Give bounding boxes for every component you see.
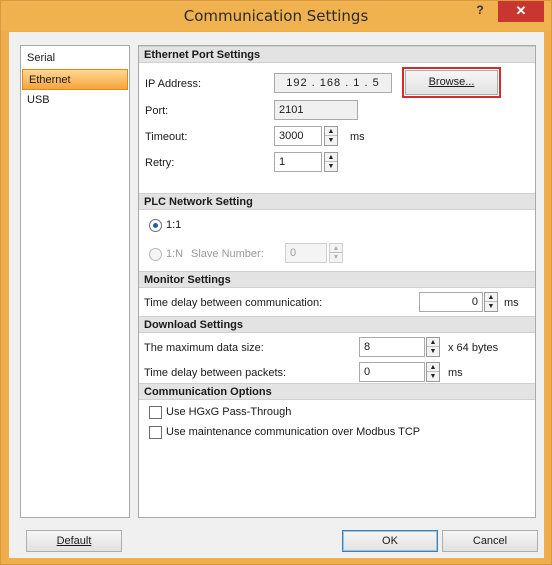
arrow-down-icon[interactable]: ▼: [325, 136, 337, 145]
timeout-input[interactable]: 3000: [274, 126, 322, 146]
sidebar-item-serial[interactable]: Serial: [21, 48, 129, 69]
retry-label: Retry:: [145, 157, 175, 169]
max-data-size-unit: x 64 bytes: [448, 342, 499, 354]
radio-1toN-label: 1:N: [166, 248, 184, 260]
hgxg-label: Use HGxG Pass-Through: [166, 406, 292, 418]
arrow-up-icon[interactable]: ▲: [330, 244, 342, 253]
arrow-down-icon[interactable]: ▼: [325, 162, 337, 171]
arrow-down-icon[interactable]: ▼: [330, 253, 342, 262]
timeout-stepper[interactable]: ▲ ▼: [324, 126, 338, 146]
arrow-up-icon[interactable]: ▲: [485, 293, 497, 302]
packet-delay-label: Time delay between packets:: [144, 367, 287, 379]
ip-address-field[interactable]: 192 . 168 . 1 . 5: [274, 73, 392, 93]
modbus-checkbox[interactable]: [149, 426, 162, 439]
radio-1toN[interactable]: [149, 248, 162, 261]
slave-number-label: Slave Number:: [191, 248, 264, 260]
comm-delay-label: Time delay between communication:: [144, 297, 323, 309]
packet-delay-input[interactable]: 0: [359, 362, 425, 382]
timeout-label: Timeout:: [145, 131, 188, 143]
cancel-button[interactable]: Cancel: [442, 530, 538, 552]
max-data-size-stepper[interactable]: ▲ ▼: [426, 337, 440, 357]
retry-input[interactable]: 1: [274, 152, 322, 172]
arrow-down-icon[interactable]: ▼: [427, 372, 439, 381]
port-field[interactable]: 2101: [274, 100, 358, 120]
modbus-label: Use maintenance communication over Modbu…: [166, 426, 421, 438]
arrow-up-icon[interactable]: ▲: [325, 153, 337, 162]
title-bar[interactable]: Communication Settings ? ✕: [1, 1, 551, 31]
comm-delay-stepper[interactable]: ▲ ▼: [484, 292, 498, 312]
comm-delay-input[interactable]: 0: [419, 292, 483, 312]
default-button-label: Default: [56, 535, 92, 547]
sidebar-item-usb[interactable]: USB: [21, 90, 129, 111]
ok-button[interactable]: OK: [342, 530, 438, 552]
download-section-header: Download Settings: [139, 316, 535, 333]
browse-button[interactable]: Browse...: [405, 70, 498, 95]
category-list: Serial Ethernet USB: [20, 45, 130, 518]
port-label: Port:: [145, 105, 169, 117]
plc-section-header: PLC Network Setting: [139, 193, 535, 210]
packet-delay-stepper[interactable]: ▲ ▼: [426, 362, 440, 382]
max-data-size-input[interactable]: 8: [359, 337, 425, 357]
browse-button-label: Browse...: [428, 76, 475, 88]
arrow-up-icon[interactable]: ▲: [325, 127, 337, 136]
dialog-window: Communication Settings ? ✕ Serial Ethern…: [0, 0, 552, 565]
arrow-down-icon[interactable]: ▼: [485, 302, 497, 311]
retry-stepper[interactable]: ▲ ▼: [324, 152, 338, 172]
arrow-up-icon[interactable]: ▲: [427, 338, 439, 347]
radio-1to1[interactable]: [149, 219, 162, 232]
slave-number-stepper[interactable]: ▲ ▼: [329, 243, 343, 263]
slave-number-input[interactable]: 0: [285, 243, 327, 263]
help-button[interactable]: ?: [467, 3, 493, 23]
timeout-unit: ms: [350, 131, 365, 143]
max-data-size-label: The maximum data size:: [144, 342, 264, 354]
sidebar-item-ethernet[interactable]: Ethernet: [22, 69, 128, 90]
arrow-down-icon[interactable]: ▼: [427, 347, 439, 356]
hgxg-checkbox[interactable]: [149, 406, 162, 419]
arrow-up-icon[interactable]: ▲: [427, 363, 439, 372]
dialog-client: Serial Ethernet USB Ethernet Port Settin…: [9, 32, 544, 558]
ip-address-label: IP Address:: [145, 78, 202, 90]
default-button[interactable]: Default: [26, 530, 122, 552]
settings-panel: Ethernet Port Settings IP Address: 192 .…: [138, 45, 536, 518]
packet-delay-unit: ms: [448, 367, 463, 379]
close-button[interactable]: ✕: [498, 1, 544, 22]
monitor-section-header: Monitor Settings: [139, 271, 535, 288]
comm-delay-unit: ms: [504, 297, 519, 309]
radio-1to1-label: 1:1: [166, 219, 182, 231]
options-section-header: Communication Options: [139, 383, 535, 400]
ethernet-section-header: Ethernet Port Settings: [139, 46, 535, 63]
